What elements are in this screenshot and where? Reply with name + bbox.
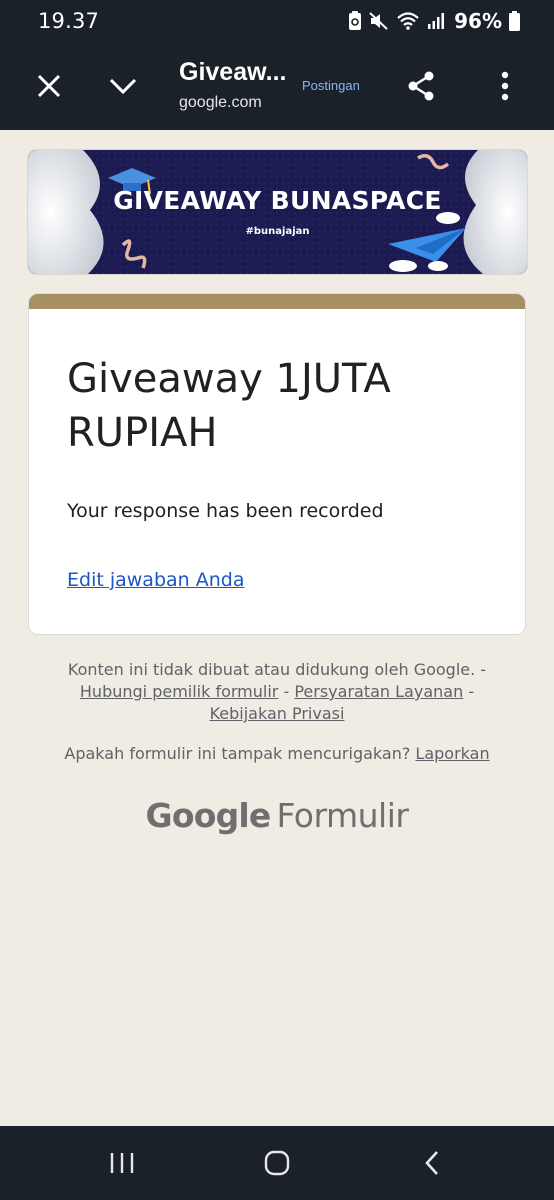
footer-disclaimer: Konten ini tidak dibuat atau didukung ol… <box>67 660 476 679</box>
report-row: Apakah formulir ini tampak mencurigakan?… <box>40 744 514 763</box>
status-icons: 96% <box>348 8 520 34</box>
back-button[interactable] <box>412 1146 452 1180</box>
more-options-button[interactable] <box>481 62 529 110</box>
status-time: 19.37 <box>38 9 100 33</box>
confirmation-message: Your response has been recorded <box>67 500 384 522</box>
signal-icon <box>428 13 445 29</box>
edit-response-link[interactable]: Edit jawaban Anda <box>67 569 244 591</box>
form-header-banner: GIVEAWAY BUNASPACE #bunajajan <box>27 149 528 275</box>
battery-icon <box>509 11 520 31</box>
status-bar: 19.37 96% <box>0 0 554 42</box>
google-forms-logo[interactable]: Google Formulir <box>0 796 554 835</box>
close-button[interactable] <box>25 62 73 110</box>
report-link[interactable]: Laporkan <box>415 744 489 763</box>
report-question: Apakah formulir ini tampak mencurigakan? <box>64 744 411 763</box>
form-title: Giveaway 1JUTA RUPIAH <box>67 356 391 456</box>
recycle-notification-icon <box>349 11 362 30</box>
footer-separator: - <box>283 682 290 701</box>
post-badge[interactable]: Postingan <box>302 78 360 93</box>
page-url: google.com <box>179 94 262 111</box>
share-icon <box>408 71 434 101</box>
home-button[interactable] <box>257 1146 297 1180</box>
brand-google: Google <box>145 796 272 835</box>
contact-owner-link[interactable]: Hubungi pemilik formulir <box>80 682 278 701</box>
more-vert-icon <box>501 71 509 101</box>
card-accent-bar <box>29 294 525 309</box>
wifi-icon <box>397 12 419 30</box>
share-button[interactable] <box>397 62 445 110</box>
banner-hashtag: #bunajajan <box>245 226 310 237</box>
battery-percentage: 96% <box>454 9 502 33</box>
close-icon <box>37 74 61 98</box>
browser-toolbar: Giveaw... google.com Postingan <box>0 42 554 130</box>
minimize-button[interactable] <box>99 62 147 110</box>
footer-separator: - <box>468 682 475 701</box>
back-icon <box>425 1151 438 1175</box>
mute-icon <box>369 12 388 30</box>
brand-forms: Formulir <box>276 796 409 835</box>
terms-link[interactable]: Persyaratan Layanan <box>294 682 463 701</box>
system-navigation-bar <box>0 1126 554 1200</box>
response-card: Giveaway 1JUTA RUPIAH Your response has … <box>28 293 526 635</box>
recents-icon <box>110 1153 134 1173</box>
form-footer: Konten ini tidak dibuat atau didukung ol… <box>40 659 514 725</box>
page-title: Giveaw... <box>179 58 287 86</box>
chevron-down-icon <box>109 78 137 95</box>
recents-button[interactable] <box>102 1146 142 1180</box>
home-icon <box>264 1150 290 1176</box>
footer-separator: - <box>480 660 487 679</box>
banner-title: GIVEAWAY BUNASPACE <box>113 186 442 215</box>
privacy-link[interactable]: Kebijakan Privasi <box>210 704 345 723</box>
